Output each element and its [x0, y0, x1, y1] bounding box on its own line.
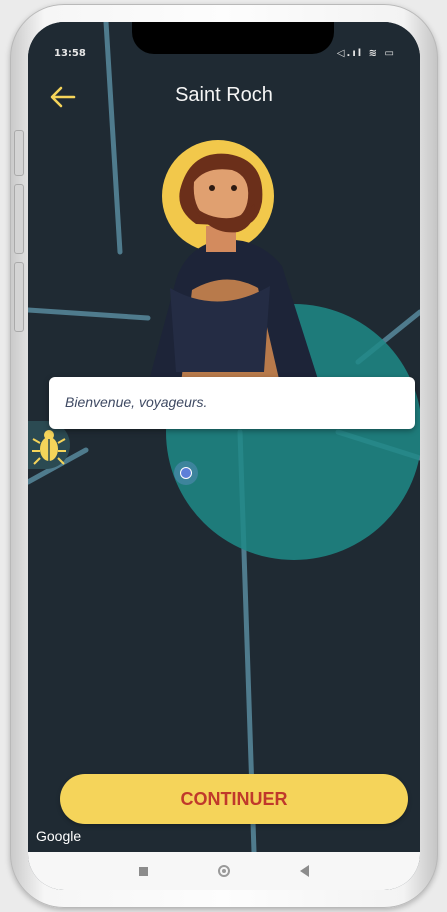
app-screen: 13:58 ◁.ıl ≋ ▭ Saint Roch Bienvenue, voy…	[28, 22, 420, 890]
continue-button[interactable]: CONTINUER	[60, 774, 408, 824]
app-header: Saint Roch	[28, 76, 420, 120]
phone-volume-up-button	[14, 184, 24, 254]
google-attribution: Google	[36, 828, 82, 844]
phone-side-button	[14, 130, 24, 176]
camera-notch	[132, 22, 334, 54]
dialog-text: Bienvenue, voyageurs.	[65, 394, 208, 410]
back-icon[interactable]	[300, 865, 309, 877]
page-title: Saint Roch	[175, 84, 273, 106]
system-nav-bar	[28, 852, 420, 890]
user-location-marker	[174, 461, 198, 485]
home-icon[interactable]	[218, 865, 230, 877]
phone-volume-down-button	[14, 262, 24, 332]
status-icons: ◁.ıl ≋ ▭	[336, 48, 396, 59]
saint-roch-illustration	[146, 140, 322, 392]
status-time: 13:58	[54, 48, 86, 59]
dialog-bubble: Bienvenue, voyageurs.	[49, 377, 415, 429]
recent-apps-icon[interactable]	[139, 866, 148, 876]
